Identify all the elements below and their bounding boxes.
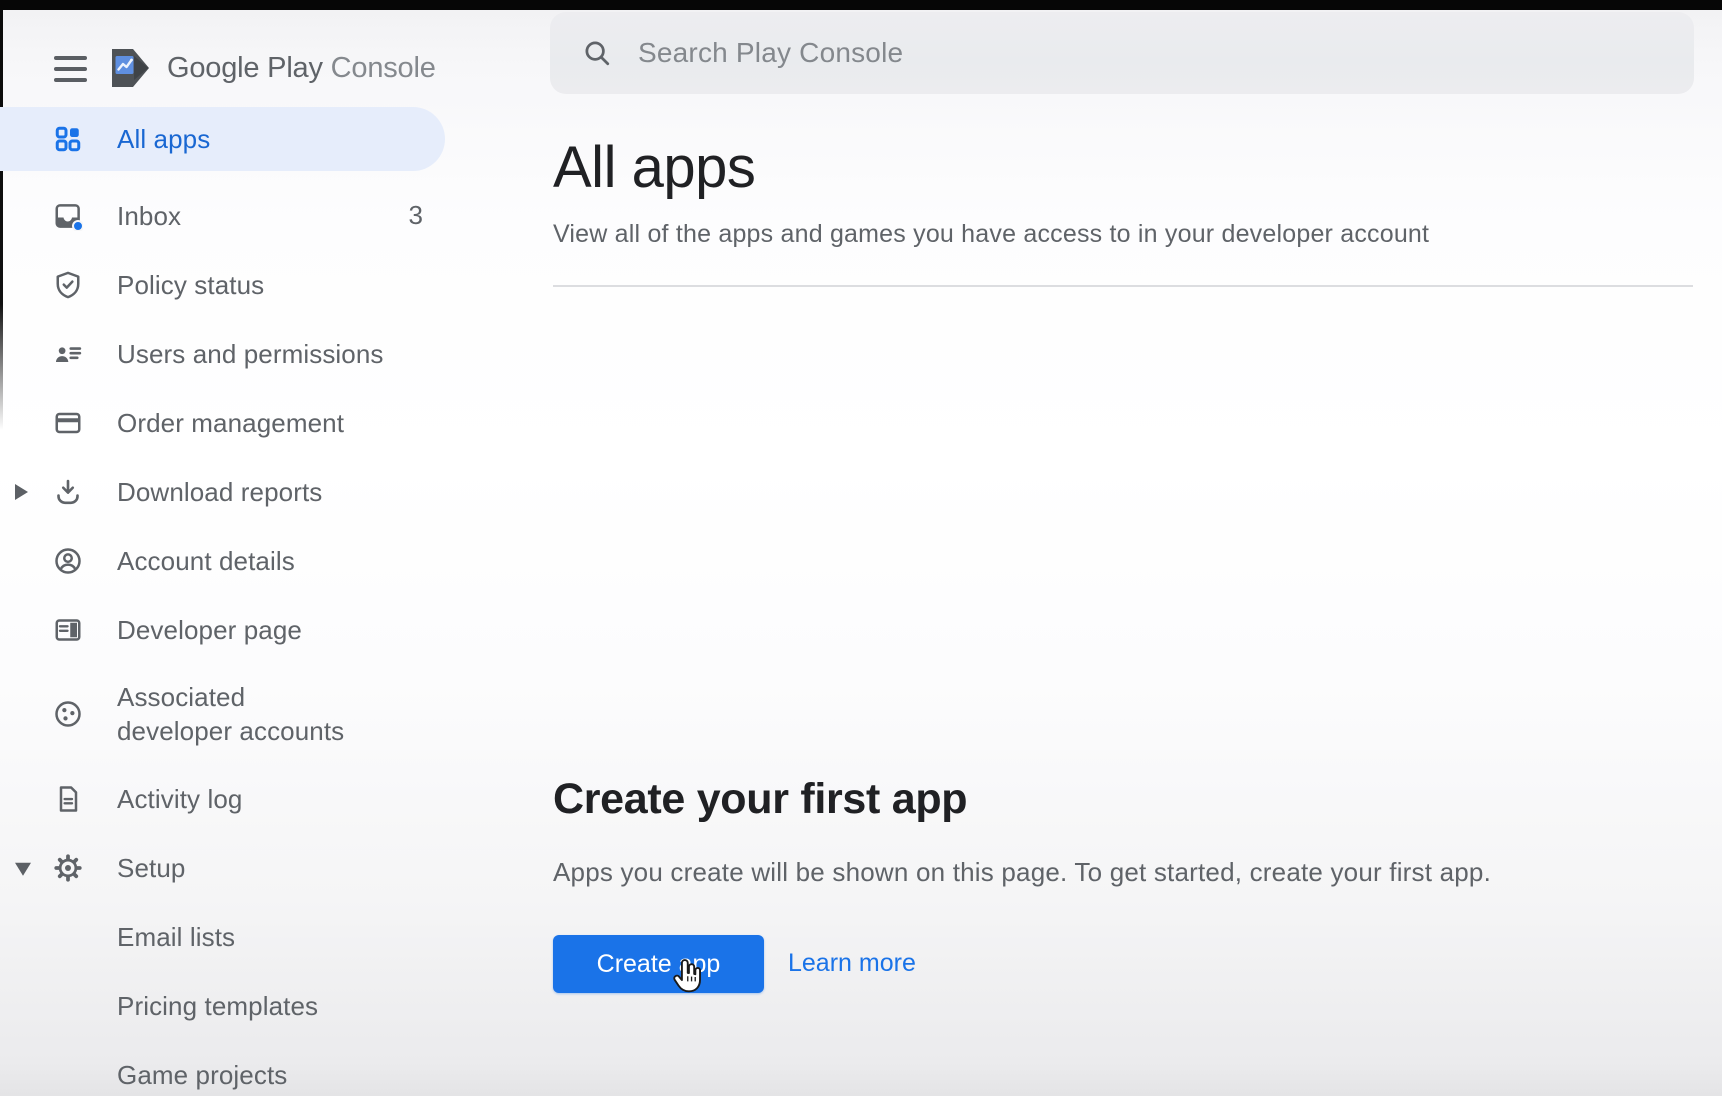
sidebar-item-policy-status[interactable]: Policy status: [0, 250, 445, 319]
play-console-window: Google Play Console Search Play Console: [0, 0, 1722, 1096]
sidebar-item-order-management[interactable]: Order management: [0, 388, 445, 457]
search-icon: [582, 38, 612, 68]
learn-more-link[interactable]: Learn more: [788, 949, 916, 978]
empty-state-description: Apps you create will be shown on this pa…: [553, 857, 1491, 888]
sidebar-item-label: Account details: [117, 544, 295, 578]
inbox-icon: [52, 200, 84, 232]
sidebar-item-label: Pricing templates: [117, 989, 318, 1023]
empty-state-title: Create your first app: [553, 775, 967, 824]
sidebar-item-label: Setup: [117, 851, 185, 885]
sidebar-nav: All apps Inbox 3 Policy status: [0, 107, 456, 1096]
setup-gear-icon: [52, 852, 84, 884]
sidebar-item-setup[interactable]: Setup: [0, 833, 445, 902]
sidebar-item-label: Policy status: [117, 268, 264, 302]
order-card-icon: [52, 407, 84, 439]
all-apps-grid-icon: [52, 123, 84, 155]
sidebar-item-label: Activity log: [117, 782, 242, 816]
sidebar-item-users-and-permissions[interactable]: Users and permissions: [0, 319, 445, 388]
sidebar-item-label: Inbox: [117, 199, 181, 233]
sidebar-item-email-lists[interactable]: Email lists: [0, 902, 445, 971]
sidebar-item-label: Users and permissions: [117, 337, 384, 371]
activity-log-icon: [52, 783, 84, 815]
sidebar-item-label: Associated developer accounts: [117, 680, 367, 748]
logo-text-secondary: Console: [331, 52, 436, 84]
associated-accounts-icon: [52, 698, 84, 730]
inbox-count-badge: 3: [409, 200, 423, 231]
account-person-icon: [52, 545, 84, 577]
sidebar-item-activity-log[interactable]: Activity log: [0, 764, 445, 833]
search-placeholder: Search Play Console: [638, 37, 903, 69]
expand-collapsed-icon[interactable]: [15, 484, 28, 500]
sidebar-item-associated-developer-accounts[interactable]: Associated developer accounts: [0, 664, 445, 764]
sidebar-item-label: Developer page: [117, 613, 302, 647]
users-icon: [52, 338, 84, 370]
expand-expanded-icon[interactable]: [15, 862, 31, 875]
sidebar-item-label: Order management: [117, 406, 344, 440]
sidebar-item-label: Game projects: [117, 1058, 287, 1092]
sidebar-item-label: Download reports: [117, 475, 322, 509]
page-title: All apps: [553, 136, 755, 200]
sidebar-item-download-reports[interactable]: Download reports: [0, 457, 445, 526]
page-subtitle: View all of the apps and games you have …: [553, 220, 1429, 249]
create-app-button[interactable]: Create app: [553, 935, 764, 993]
app-header: Google Play Console Search Play Console: [0, 10, 1722, 106]
sidebar-item-label: All apps: [117, 122, 210, 156]
sidebar-item-pricing-templates[interactable]: Pricing templates: [0, 971, 445, 1040]
logo-text-primary: Google Play: [167, 52, 323, 84]
sidebar-item-inbox[interactable]: Inbox 3: [0, 181, 445, 250]
sidebar-item-label: Email lists: [117, 920, 235, 954]
menu-hamburger-icon[interactable]: [54, 54, 87, 84]
sidebar-item-game-projects[interactable]: Game projects: [0, 1040, 445, 1096]
play-console-logo: Google Play Console: [105, 42, 436, 94]
search-input[interactable]: Search Play Console: [550, 12, 1694, 94]
sidebar-item-account-details[interactable]: Account details: [0, 526, 445, 595]
sidebar-item-developer-page[interactable]: Developer page: [0, 595, 445, 664]
play-logo-icon: [105, 42, 155, 94]
content-divider: [553, 285, 1693, 287]
logo-wordmark: Google Play Console: [167, 52, 436, 85]
policy-shield-icon: [52, 269, 84, 301]
developer-page-icon: [52, 614, 84, 646]
letterbox-top: [0, 0, 1722, 10]
sidebar-item-all-apps[interactable]: All apps: [0, 107, 445, 171]
download-icon: [52, 476, 84, 508]
